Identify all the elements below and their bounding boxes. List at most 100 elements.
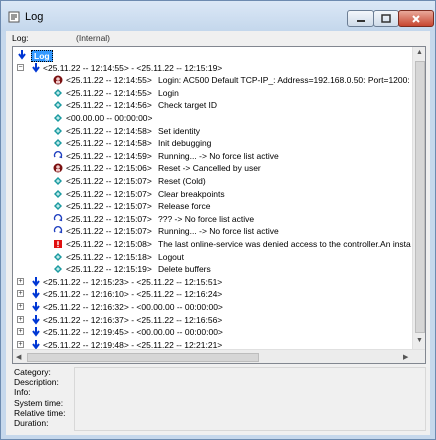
entry-message: Login: AC500 Default TCP-IP_: Address=19… — [158, 75, 410, 86]
info-diamond-icon — [54, 126, 62, 135]
session-row-collapsed[interactable]: + <25.11.22 -- 12:16:10> - <25.11.22 -- 1… — [13, 288, 413, 301]
running-arrow-icon — [53, 226, 63, 234]
client-area: Log: (Internal) Log − <25.11.22 -- 12:14:… — [6, 31, 430, 435]
expander-toggle[interactable]: + — [17, 315, 24, 323]
entry-message: Login — [158, 87, 179, 98]
vertical-scrollbar[interactable]: ▲ ▼ — [412, 47, 425, 349]
entry-timestamp: <25.11.22 -- 12:14:58> — [66, 125, 152, 136]
session-label: <25.11.22 -- 12:16:10> - <25.11.22 -- 12… — [43, 289, 223, 300]
session-row-expanded[interactable]: − <25.11.22 -- 12:14:55> - <25.11.22 -- 1… — [13, 62, 413, 75]
session-label: <25.11.22 -- 12:16:32> - <00.00.00 -- 00… — [43, 302, 223, 312]
info-diamond-icon — [54, 88, 62, 97]
session-arrow-icon — [32, 62, 40, 73]
log-entry-row[interactable]: <25.11.22 -- 12:14:58> Init debugging — [13, 137, 413, 150]
entry-timestamp: <25.11.22 -- 12:15:07> — [66, 213, 152, 224]
minimize-button[interactable] — [347, 10, 374, 27]
error-user-icon — [53, 163, 63, 173]
info-diamond-icon — [54, 139, 62, 148]
details-pane: Category: Description: Info: System time: Re… — [12, 367, 426, 431]
maximize-button[interactable] — [373, 10, 399, 27]
entry-message: Delete buffers — [158, 264, 211, 275]
entry-timestamp: <25.11.22 -- 12:15:19> — [66, 264, 152, 275]
entry-timestamp: <25.11.22 -- 12:15:18> — [66, 251, 152, 262]
log-window: Log Log: (Internal) Log − <25.11.22 -- 12… — [0, 0, 436, 440]
tree-root[interactable]: Log — [13, 49, 413, 62]
entry-timestamp: <25.11.22 -- 12:14:56> — [66, 100, 152, 111]
info-diamond-icon — [54, 189, 62, 198]
entry-message: ??? -> No force list active — [158, 213, 255, 224]
expander-toggle[interactable]: − — [17, 63, 24, 71]
entry-message: Clear breakpoints — [158, 188, 225, 199]
title-bar[interactable]: Log — [1, 1, 435, 31]
entry-message: Running... -> No force list active — [158, 150, 279, 161]
session-arrow-icon — [32, 327, 40, 337]
expander-toggle[interactable]: + — [17, 277, 24, 285]
log-entry-row[interactable]: <25.11.22 -- 12:15:07> ??? -> No force li… — [13, 213, 413, 226]
log-entry-row[interactable]: <25.11.22 -- 12:14:55> Login — [13, 87, 413, 100]
entry-message: Reset -> Cancelled by user — [158, 163, 261, 174]
log-entry-row[interactable]: <25.11.22 -- 12:14:59> Running... -> No f… — [13, 150, 413, 163]
log-entry-row[interactable]: <25.11.22 -- 12:15:18> Logout — [13, 251, 413, 264]
log-tree[interactable]: Log − <25.11.22 -- 12:14:55> - <25.11.22 … — [12, 46, 426, 364]
scroll-left-icon[interactable]: ◀ — [16, 353, 21, 361]
entry-timestamp: <25.11.22 -- 12:14:55> — [66, 87, 152, 98]
info-diamond-icon — [54, 177, 62, 185]
window-title: Log — [25, 11, 44, 23]
info-diamond-icon — [54, 252, 62, 261]
log-entry-row[interactable]: <25.11.22 -- 12:15:07> Clear breakpoints — [13, 188, 413, 201]
log-entry-row[interactable]: <25.11.22 -- 12:15:19> Delete buffers — [13, 263, 413, 276]
scroll-up-icon[interactable]: ▲ — [416, 49, 423, 56]
log-entry-row[interactable]: <25.11.22 -- 12:15:07> Reset (Cold) — [13, 175, 413, 188]
session-row-collapsed[interactable]: + <25.11.22 -- 12:19:45> - <00.00.00 -- 0… — [13, 326, 413, 339]
log-entry-row[interactable]: <25.11.22 -- 12:14:56> Check target ID — [13, 99, 413, 112]
session-label: <25.11.22 -- 12:15:23> - <25.11.22 -- 12… — [43, 276, 223, 287]
vertical-scroll-thumb[interactable] — [415, 61, 425, 333]
maximize-icon — [381, 14, 391, 23]
entry-message: Init debugging — [158, 138, 212, 149]
entry-timestamp: <25.11.22 -- 12:14:55> — [66, 75, 152, 86]
log-selector-value[interactable]: (Internal) — [76, 33, 110, 43]
session-row-collapsed[interactable]: + <25.11.22 -- 12:15:23> - <25.11.22 -- 1… — [13, 276, 413, 289]
scroll-right-icon[interactable]: ▶ — [403, 353, 408, 361]
expander-toggle[interactable]: + — [17, 340, 24, 348]
expander-toggle[interactable]: + — [17, 290, 24, 298]
log-entry-row[interactable]: <25.11.22 -- 12:15:08> The last online-se… — [13, 238, 413, 251]
log-entry-row[interactable]: <25.11.22 -- 12:15:06> Reset -> Cancelled… — [13, 162, 413, 175]
entry-message: Set identity — [158, 125, 201, 136]
horizontal-scroll-thumb[interactable] — [27, 353, 259, 362]
log-entry-row[interactable]: <25.11.22 -- 12:14:58> Set identity — [13, 125, 413, 138]
log-entry-row[interactable]: <00.00.00 -- 00:00:00> — [13, 112, 413, 125]
error-user-icon — [53, 75, 63, 85]
expander-toggle[interactable]: + — [17, 328, 24, 336]
minimize-icon — [356, 19, 365, 22]
log-entry-row[interactable]: <25.11.22 -- 12:15:07> Release force — [13, 200, 413, 213]
session-arrow-icon — [32, 289, 40, 300]
session-arrow-icon — [32, 314, 40, 325]
expander-toggle[interactable]: + — [17, 303, 24, 310]
details-field-label: Relative time: — [14, 407, 66, 418]
log-selector-row: Log: (Internal) — [6, 31, 430, 45]
log-entry-row[interactable]: <25.11.22 -- 12:15:07> Running... -> No f… — [13, 225, 413, 238]
log-entry-row[interactable]: <25.11.22 -- 12:14:55> Login: AC500 Defau… — [13, 74, 413, 87]
details-field-label: System time: — [14, 397, 64, 408]
session-arrow-icon — [32, 302, 40, 312]
entry-message: The last online-service was denied acces… — [158, 239, 411, 249]
details-field-label: Info: — [14, 387, 31, 398]
entry-message: Check target ID — [158, 100, 218, 111]
info-diamond-icon — [54, 202, 62, 211]
session-arrow-icon — [32, 276, 40, 287]
close-button[interactable] — [398, 10, 434, 27]
entry-timestamp: <25.11.22 -- 12:15:08> — [66, 239, 152, 249]
log-selector-label: Log: — [12, 33, 29, 43]
tree-root-label[interactable]: Log — [31, 50, 53, 62]
details-field-label: Category: — [14, 367, 51, 377]
root-arrow-icon — [18, 50, 26, 60]
info-diamond-icon — [54, 101, 62, 110]
details-content — [74, 367, 426, 431]
entry-timestamp: <25.11.22 -- 12:15:07> — [66, 188, 152, 199]
info-diamond-icon — [54, 265, 62, 274]
scroll-down-icon[interactable]: ▼ — [416, 337, 423, 344]
session-row-collapsed[interactable]: + <25.11.22 -- 12:16:32> - <00.00.00 -- 0… — [13, 301, 413, 314]
session-row-collapsed[interactable]: + <25.11.22 -- 12:16:37> - <25.11.22 -- 1… — [13, 314, 413, 327]
horizontal-scrollbar[interactable]: ◀ ▶ — [13, 349, 425, 363]
